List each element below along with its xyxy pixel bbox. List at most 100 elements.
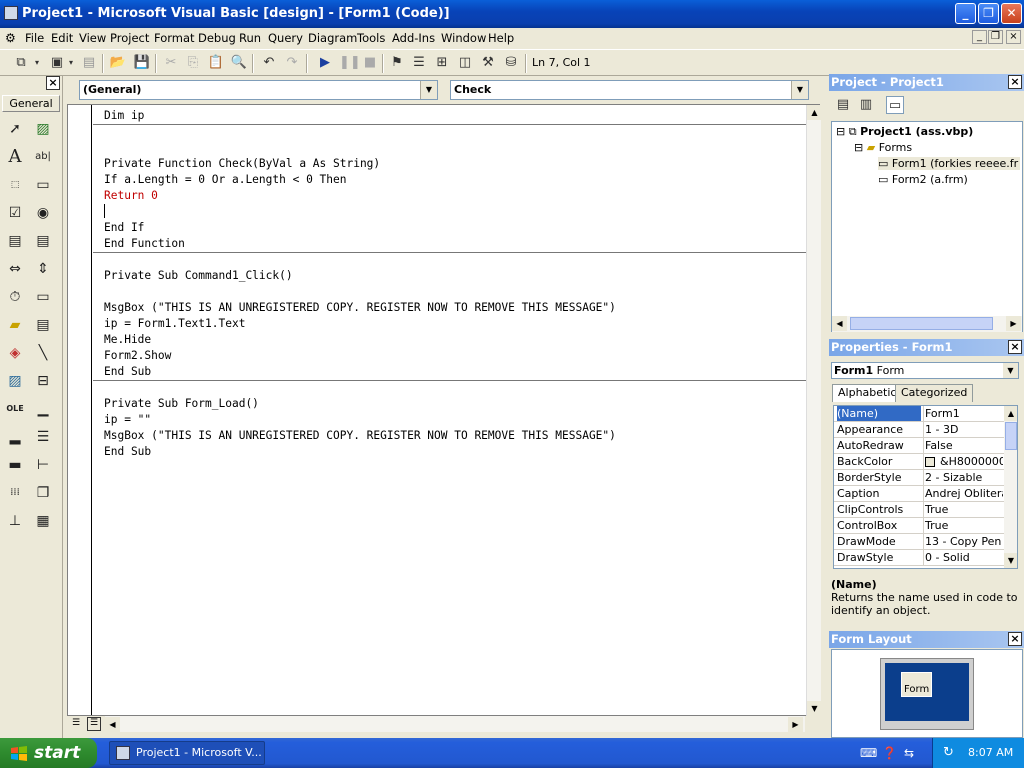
add-project-icon[interactable]: ⧉ (12, 54, 30, 72)
copy-icon[interactable]: ⎘ (184, 54, 202, 72)
picturebox-icon[interactable]: ▨ (32, 118, 54, 140)
scroll-down-icon[interactable]: ▼ (1004, 553, 1017, 568)
menu-run[interactable]: Run (239, 31, 261, 45)
menu-query[interactable]: Query (268, 31, 303, 45)
title-bar[interactable]: Project1 - Microsoft Visual Basic [desig… (0, 0, 1024, 28)
tree-node-forms[interactable]: ⊟ ▰ Forms (854, 141, 912, 154)
hscrollbar-icon[interactable]: ⇔ (4, 258, 26, 280)
keyboard-icon[interactable]: ⌨ (860, 746, 877, 760)
toolbox-close-icon[interactable]: × (46, 76, 60, 90)
save-icon[interactable]: 💾 (133, 54, 151, 72)
menu-debug[interactable]: Debug (198, 31, 236, 45)
menu-help[interactable]: Help (488, 31, 514, 45)
form-layout-icon[interactable]: ⊞ (433, 54, 451, 72)
property-row[interactable]: ClipControls True (834, 502, 1004, 518)
end-icon[interactable]: ■ (361, 54, 379, 72)
property-row[interactable]: Appearance 1 - 3D (834, 422, 1004, 438)
start-icon[interactable]: ▶ (316, 54, 334, 72)
vertical-scrollbar[interactable]: ▲ ▼ (806, 105, 822, 716)
menu-format[interactable]: Format (154, 31, 195, 45)
imagelist-icon[interactable]: ▦ (32, 510, 54, 532)
chevron-down-icon[interactable]: ▼ (791, 81, 808, 99)
dirlistbox-icon[interactable]: ▰ (4, 314, 26, 336)
listbox-icon[interactable]: ▤ (32, 230, 54, 252)
add-form-icon[interactable]: ▣ (48, 54, 66, 72)
view-object-icon[interactable]: ▥ (857, 96, 875, 114)
clock[interactable]: 8:07 AM (968, 746, 1013, 759)
cut-icon[interactable]: ✂ (162, 54, 180, 72)
mdi-close-button[interactable]: × (1006, 30, 1021, 44)
control-icon[interactable]: ▁ (32, 398, 54, 420)
menu-file[interactable]: File (25, 31, 44, 45)
find-icon[interactable]: 🔍 (230, 54, 248, 72)
scroll-left-icon[interactable]: ◀ (832, 316, 847, 331)
project-horizontal-scrollbar[interactable]: ◀ ▶ (832, 316, 1022, 332)
chevron-down-icon[interactable]: ▼ (1003, 363, 1018, 378)
property-row[interactable]: Caption Andrej Obliterat (834, 486, 1004, 502)
menu-project[interactable]: Project (110, 31, 149, 45)
property-value[interactable]: 13 - Copy Pen (923, 534, 1003, 549)
chevron-down-icon[interactable]: ▼ (420, 81, 437, 99)
property-row[interactable]: (Name) Form1 (834, 406, 1004, 422)
listview-icon[interactable]: ⁞⁞⁞ (4, 482, 26, 504)
property-row[interactable]: DrawStyle 0 - Solid (834, 550, 1004, 566)
paste-icon[interactable]: 📋 (207, 54, 225, 72)
maximize-button[interactable]: ❐ (978, 3, 999, 24)
tab-alphabetic[interactable]: Alphabetic (832, 384, 903, 402)
frame-icon[interactable]: ⬚ (4, 174, 26, 196)
undo-icon[interactable]: ↶ (260, 54, 278, 72)
scroll-up-icon[interactable]: ▲ (807, 105, 822, 120)
optionbutton-icon[interactable]: ◉ (32, 202, 54, 224)
tab-categorized[interactable]: Categorized (895, 384, 974, 402)
redo-icon[interactable]: ↷ (283, 54, 301, 72)
filelistbox-icon[interactable]: ▤ (32, 314, 54, 336)
close-icon[interactable]: × (1008, 75, 1022, 89)
procedure-view-icon[interactable]: ☰ (72, 718, 84, 730)
label-icon[interactable]: A (4, 146, 26, 168)
timer-icon[interactable]: ⏱ (4, 286, 26, 308)
property-value[interactable]: Andrej Obliterat (923, 486, 1003, 501)
property-value[interactable]: True (923, 502, 1003, 517)
mdi-restore-button[interactable]: ❐ (988, 30, 1003, 44)
mdi-minimize-button[interactable]: _ (972, 30, 987, 44)
margin-indicator-bar[interactable] (68, 105, 92, 715)
property-value[interactable]: 0 - Solid (923, 550, 1003, 565)
tree-item-form1[interactable]: ▭ Form1 (forkies reeee.fr (878, 157, 1021, 170)
start-button[interactable]: start (0, 738, 97, 768)
project-explorer-icon[interactable]: ⚑ (388, 54, 406, 72)
menu-editor-icon[interactable]: ▤ (80, 54, 98, 72)
line-icon[interactable]: ╲ (32, 342, 54, 364)
dropdown-arrow-icon[interactable]: ▾ (66, 54, 76, 72)
break-icon[interactable]: ❚❚ (339, 54, 361, 72)
open-folder-icon[interactable]: 📂 (109, 54, 127, 72)
property-value[interactable]: True (923, 518, 1003, 533)
property-value[interactable]: Form1 (923, 406, 1003, 421)
property-row[interactable]: AutoRedraw False (834, 438, 1004, 454)
menu-window[interactable]: Window (441, 31, 486, 45)
code-editor[interactable]: Dim ip Private Function Check(ByVal a As… (67, 104, 822, 716)
minimize-button[interactable]: _ (955, 3, 976, 24)
property-row[interactable]: DrawMode 13 - Copy Pen (834, 534, 1004, 550)
ole-icon[interactable]: OLE (4, 398, 26, 420)
scroll-down-icon[interactable]: ▼ (807, 701, 822, 716)
object-combo[interactable]: (General) ▼ (79, 80, 438, 100)
scroll-right-icon[interactable]: ▶ (1006, 316, 1021, 331)
treeview-icon[interactable]: ⊢ (32, 454, 54, 476)
tray-app-icon[interactable]: ↻ (943, 738, 954, 768)
property-row[interactable]: BorderStyle 2 - Sizable (834, 470, 1004, 486)
statusbar-icon[interactable]: ⊥ (4, 510, 26, 532)
properties-window-icon[interactable]: ☰ (410, 54, 428, 72)
toolbar-control-icon[interactable]: ☰ (32, 426, 54, 448)
properties-vertical-scrollbar[interactable]: ▲ ▼ (1004, 406, 1017, 568)
horizontal-scrollbar[interactable]: ◀ ▶ (105, 716, 805, 732)
pointer-icon[interactable]: ➚ (4, 118, 26, 140)
view-code-icon[interactable]: ▤ (834, 96, 852, 114)
tree-node-project[interactable]: ⊟ ⧉ Project1 (ass.vbp) (836, 125, 973, 139)
network-icon[interactable]: ⇆ (904, 746, 914, 760)
shape-icon[interactable]: ◈ (4, 342, 26, 364)
property-row[interactable]: BackColor&H8000000F (834, 454, 1004, 470)
image-icon[interactable]: ▨ (4, 370, 26, 392)
scroll-left-icon[interactable]: ◀ (105, 717, 120, 732)
scroll-up-icon[interactable]: ▲ (1004, 406, 1017, 421)
close-icon[interactable]: × (1008, 340, 1022, 354)
